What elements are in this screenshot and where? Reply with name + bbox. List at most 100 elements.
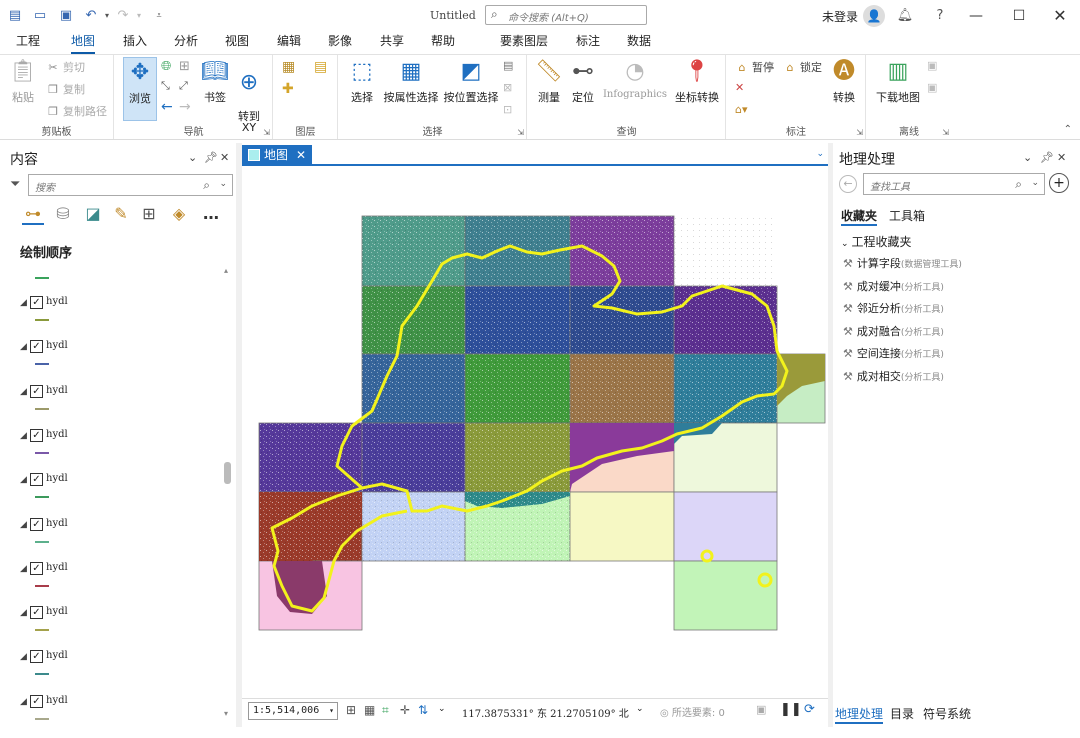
expand-triangle-icon[interactable]: ◢ [20,564,27,574]
back-icon[interactable]: ← [839,175,857,193]
tab-imagery[interactable]: 影像 [328,32,352,54]
pin-icon[interactable]: 📌︎ [204,151,218,164]
layer-visibility-checkbox[interactable]: ✓ [30,561,43,575]
expand-triangle-icon[interactable]: ◢ [20,475,27,485]
tab-geoprocessing[interactable]: 地理处理 [835,705,884,724]
tab-symbology[interactable]: 符号系统 [923,705,971,722]
tab-analysis[interactable]: 分析 [174,32,198,54]
goto-xy-button[interactable]: ⊕ 转到 XY [233,57,265,133]
convert-labels-button[interactable]: 🅐︎ 转换 [827,57,861,105]
tab-project[interactable]: 工程 [16,32,40,54]
maximize-button[interactable]: ☐ [999,2,1039,30]
refresh-icon[interactable]: ⟳ [804,702,815,717]
expand-triangle-icon[interactable]: ◢ [20,342,27,352]
tool-item[interactable]: ⚒ 成对融合(分析工具) [843,323,944,339]
layer-visibility-checkbox[interactable]: ✓ [30,517,43,531]
more-options-icon[interactable]: … [200,203,222,225]
list-by-labeling-icon[interactable]: ◈ [168,203,190,225]
tool-item[interactable]: ⚒ 成对相交(分析工具) [843,368,944,384]
previous-extent-icon[interactable]: ← [161,99,173,115]
convert-coordinates-button[interactable]: 📍︎ 坐标转换 [672,57,722,105]
help-icon[interactable]: ? [928,4,952,28]
crosshair-icon[interactable]: ✛ [400,703,410,717]
save-project-icon[interactable]: ▣ [57,7,75,25]
tab-insert[interactable]: 插入 [123,32,147,54]
pause-drawing-icon[interactable]: ❚❚ [780,702,802,717]
layer-visibility-checkbox[interactable]: ✓ [30,296,43,309]
tab-view[interactable]: 视图 [225,32,249,54]
zoom-to-layer-icon[interactable]: ⊞ [179,59,190,74]
paste-button[interactable]: 📋︎ 粘贴 [8,57,38,105]
close-tab-icon[interactable]: ✕ [296,148,306,162]
lock-labels-button[interactable]: ⌂ 锁定 [783,59,823,75]
tab-list-icon[interactable]: ⌄ [816,149,824,159]
customize-toolbar-icon[interactable]: ⩡ [150,7,168,25]
scale-selector[interactable]: 1:5,514,006 ▾ [248,702,338,720]
fixed-zoom-out-icon[interactable]: ⤢ [179,79,188,93]
find-tools-input[interactable]: 查找工具 ⌕ ⌄ [863,173,1045,195]
coords-format-dropdown-icon[interactable]: ⌄ [636,704,644,714]
refresh-selection-icon[interactable]: ▣ [756,703,766,716]
expand-triangle-icon[interactable]: ◢ [20,431,27,441]
redo-dropdown-icon[interactable]: ▾ [130,7,148,25]
pane-options-icon[interactable]: ⌄ [1023,151,1032,164]
tab-map[interactable]: 地图 [71,32,96,54]
select-button[interactable]: ⬚ 选择 [347,57,377,105]
table-icon[interactable]: ▦ [364,703,375,717]
expand-triangle-icon[interactable]: ◢ [20,652,27,662]
selection-dialog-launcher-icon[interactable]: ⇲ [517,128,524,137]
labeling-dialog-launcher-icon[interactable]: ⇲ [856,128,863,137]
list-by-drawing-order-icon[interactable]: ⊶ [22,203,44,225]
copy-button[interactable]: ❐ 复制 [46,81,85,97]
layer-visibility-checkbox[interactable]: ✓ [30,340,43,354]
scroll-up-icon[interactable]: ▴ [224,266,228,275]
cut-button[interactable]: ✂ 剪切 [46,59,85,75]
more-labeling-icon[interactable]: ⌂▾ [735,103,748,116]
explore-button[interactable]: ✥ 浏览 [123,57,157,121]
tab-help[interactable]: 帮助 [431,32,455,54]
contents-search-input[interactable]: 搜索 ⌕ ⌄ [28,174,233,196]
layer-visibility-checkbox[interactable]: ✓ [30,650,43,664]
list-by-data-source-icon[interactable]: ⛁ [52,203,74,225]
full-extent-icon[interactable]: 🌐︎ [161,59,171,74]
tool-item[interactable]: ⚒ 邻近分析(分析工具) [843,300,944,316]
layer-visibility-checkbox[interactable]: ✓ [30,473,43,487]
tab-catalog[interactable]: 目录 [890,705,914,722]
view-unplaced-icon[interactable]: ✕ [735,81,744,94]
expand-triangle-icon[interactable]: ◢ [20,608,27,618]
pause-labels-button[interactable]: ⌂ 暂停 [735,59,775,75]
expand-triangle-icon[interactable]: ◢ [20,697,27,707]
snapping-icon[interactable]: ⌗ [382,703,389,718]
tab-map-view[interactable]: 地图 ✕ [242,145,312,165]
north-arrow-icon[interactable]: ⇅ [418,703,428,717]
download-map-button[interactable]: ▥ 下载地图 [873,57,923,105]
chevron-down-icon[interactable]: ⌄ [438,704,446,714]
tool-item[interactable]: ⚒ 空间连接(分析工具) [843,345,944,361]
tab-labeling[interactable]: 标注 [576,32,600,54]
minimize-button[interactable]: — [956,2,996,30]
map-canvas[interactable] [242,166,828,696]
tab-share[interactable]: 共享 [380,32,404,54]
locate-button[interactable]: ⊷ 定位 [568,57,598,105]
filter-icon[interactable]: ⏷ [10,177,20,192]
scroll-thumb[interactable] [224,462,231,484]
tab-favorites[interactable]: 收藏夹 [841,207,878,226]
tab-edit[interactable]: 编辑 [277,32,301,54]
signin-status[interactable]: 未登录 [822,8,858,25]
bookmarks-button[interactable]: 📖︎ 书签 [200,57,230,105]
new-project-icon[interactable]: ▤ [6,7,24,25]
next-extent-icon[interactable]: → [179,99,191,115]
add-layer-icon[interactable]: ✚ [282,81,294,97]
contents-scrollbar[interactable]: ▴ ▾ [221,264,235,720]
layer-visibility-checkbox[interactable]: ✓ [30,384,43,398]
sync-icon[interactable]: ▣ [927,59,937,72]
project-favorites-header[interactable]: ⌄ 工程收藏夹 [841,233,912,250]
select-by-location-button[interactable]: ◩ 按位置选择 [441,57,501,105]
tool-item[interactable]: ⚒ 计算字段(数据管理工具) [843,255,962,271]
pin-icon[interactable]: 📌︎ [1040,151,1054,164]
list-by-snapping-icon[interactable]: ⊞ [138,203,160,225]
pane-options-icon[interactable]: ⌄ [188,151,197,164]
infographics-button[interactable]: ◔ Infographics [600,57,670,100]
copy-path-button[interactable]: ❐ 复制路径 [46,103,107,119]
offline-dialog-launcher-icon[interactable]: ⇲ [942,128,949,137]
